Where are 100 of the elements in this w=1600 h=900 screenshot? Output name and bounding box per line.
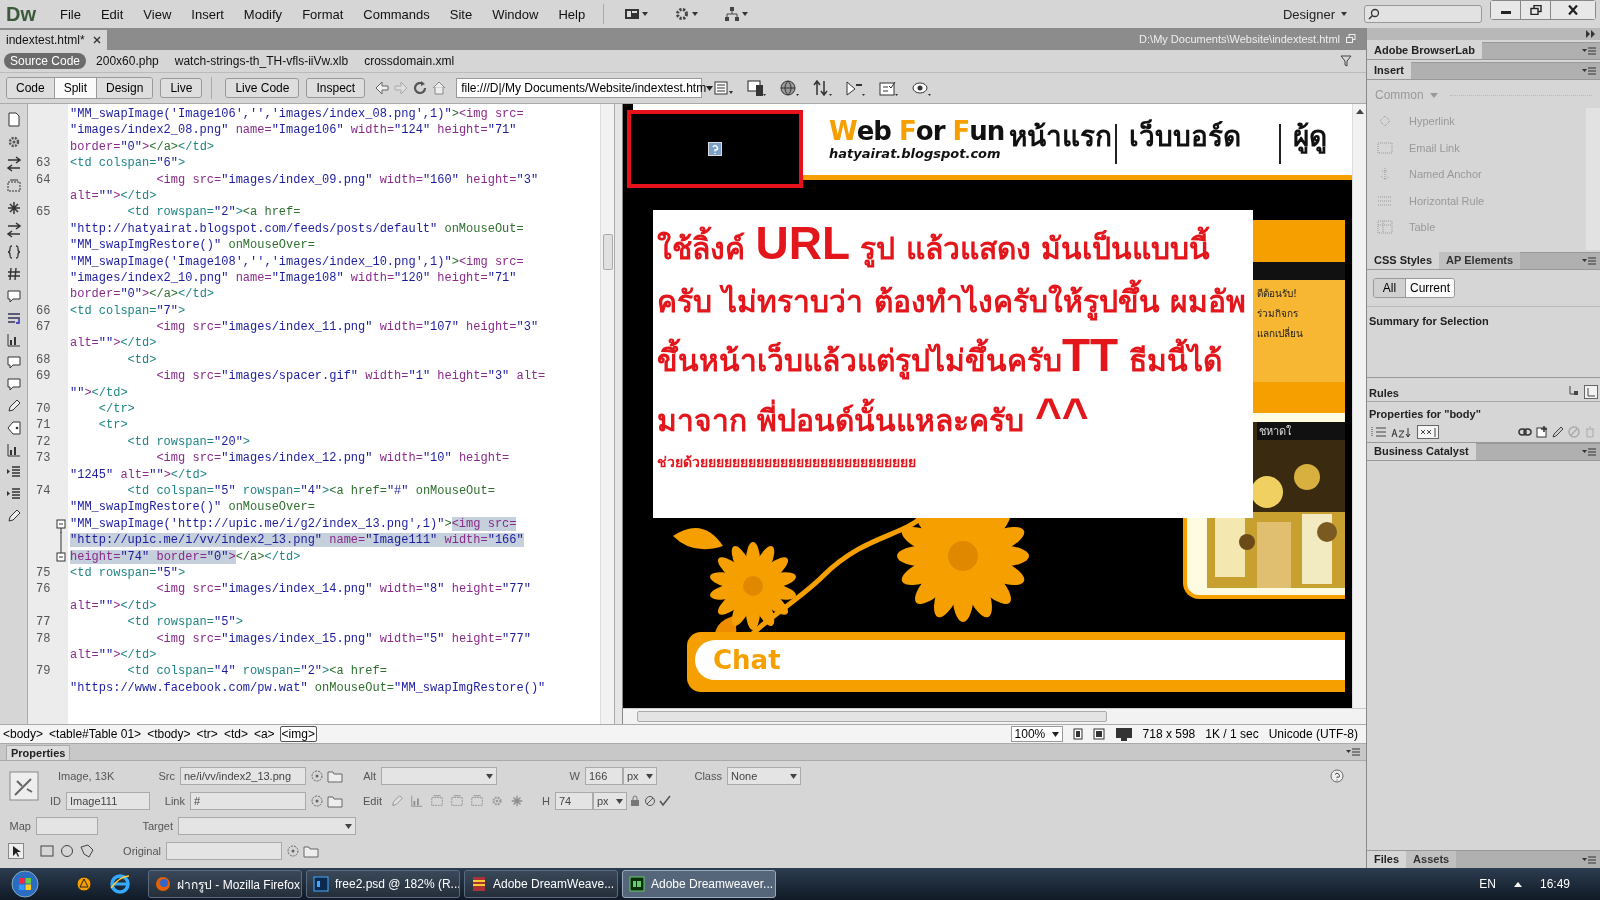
id-field[interactable]: Image111 — [66, 792, 150, 810]
width-unit-select[interactable]: px — [623, 767, 657, 785]
restore-button[interactable] — [1521, 1, 1551, 19]
speech-bubble-icon[interactable] — [5, 354, 22, 370]
home-icon[interactable] — [431, 80, 448, 96]
close-button[interactable] — [1551, 1, 1595, 19]
speech-bubble-icon[interactable] — [5, 288, 22, 304]
minimize-button[interactable] — [1491, 1, 1521, 19]
gear-menu-icon[interactable] — [674, 6, 701, 22]
taskbar-button[interactable]: free2.psd @ 182% (R... — [306, 870, 460, 898]
check-icon[interactable] — [659, 795, 671, 807]
related-file-tab[interactable]: Source Code — [4, 53, 87, 69]
warning-circle-icon[interactable] — [76, 876, 92, 892]
indent-icon[interactable] — [5, 464, 22, 480]
tag-selector-item[interactable]: <a> — [252, 727, 276, 741]
tray-arrow-icon[interactable] — [1513, 881, 1522, 887]
taskbar-button[interactable]: Adobe DreamWeave... — [464, 870, 618, 898]
filter-icon[interactable] — [1340, 55, 1352, 67]
asterisk-icon[interactable] — [5, 200, 22, 216]
folder-icon[interactable] — [327, 794, 343, 808]
devices-icon[interactable] — [746, 79, 767, 97]
point-to-file-icon[interactable] — [286, 844, 300, 858]
pencil-icon[interactable] — [5, 508, 22, 524]
panel-menu-icon[interactable] — [1582, 67, 1596, 75]
toolbar-button[interactable]: Live Code — [225, 78, 300, 98]
tag-selector-item[interactable]: <td> — [222, 727, 249, 741]
toolbar-button[interactable]: Inspect — [306, 78, 366, 98]
workspace-switcher[interactable]: Designer — [1274, 4, 1356, 24]
tag-selector-item[interactable]: <table#Table 01> — [48, 727, 143, 741]
tag-selector-item[interactable]: <tbody> — [146, 727, 192, 741]
view-toggle-icon[interactable] — [1568, 385, 1580, 397]
mode-button[interactable]: All — [1374, 279, 1405, 297]
page-icon[interactable] — [5, 112, 22, 128]
page-list-icon[interactable] — [713, 80, 734, 96]
panel-tab[interactable]: Insert — [1367, 62, 1411, 79]
pencil-icon[interactable] — [5, 398, 22, 414]
nav-link[interactable]: เว็บบอร์ด — [1129, 114, 1241, 158]
language-indicator[interactable]: EN — [1479, 877, 1496, 891]
tag-icon[interactable] — [5, 420, 22, 436]
folder-icon[interactable] — [303, 844, 319, 858]
panel-tab[interactable]: Adobe BrowserLab — [1367, 42, 1482, 59]
back-arrow-icon[interactable] — [374, 80, 391, 96]
dotted-box-icon[interactable] — [430, 794, 444, 808]
panel-menu-icon[interactable] — [1582, 257, 1596, 265]
restore-icon[interactable] — [1346, 34, 1356, 44]
braces-icon[interactable] — [5, 244, 22, 260]
related-file-tab[interactable]: watch-strings-th_TH-vfls-iiVw.xlb — [168, 53, 355, 69]
live-view-button[interactable]: Live — [160, 78, 203, 98]
original-field[interactable] — [166, 842, 282, 860]
polygon-hotspot-icon[interactable] — [80, 844, 94, 858]
menu-item[interactable]: Window — [482, 3, 549, 25]
width-field[interactable]: 166 — [585, 767, 623, 785]
nav-link[interactable]: หน้าแรก — [1009, 114, 1112, 158]
taskbar-button[interactable]: Adobe Dreamweaver... — [622, 870, 776, 898]
up-down-arrows-icon[interactable] — [812, 79, 833, 97]
layout-menu-icon[interactable] — [624, 6, 651, 22]
related-file-tab[interactable]: crossdomain.xml — [358, 53, 461, 69]
height-field[interactable]: 74 — [555, 792, 593, 810]
dotted-box-icon[interactable] — [5, 178, 22, 194]
pointer-tool-icon[interactable] — [8, 843, 24, 859]
point-to-file-icon[interactable] — [310, 769, 324, 783]
collapse-icon[interactable] — [1586, 30, 1596, 38]
circle-hotspot-icon[interactable] — [60, 844, 74, 858]
class-select[interactable]: None — [727, 767, 801, 785]
site-map-icon[interactable] — [724, 6, 751, 22]
folder-icon[interactable] — [327, 769, 343, 783]
related-file-tab[interactable]: 200x60.php — [90, 53, 165, 69]
reset-size-icon[interactable] — [644, 795, 656, 807]
globe-icon[interactable] — [779, 79, 800, 97]
checklist-icon[interactable] — [878, 79, 899, 97]
search-field[interactable] — [1364, 5, 1482, 23]
mode-button[interactable]: Current — [1405, 279, 1454, 297]
taskbar-button[interactable]: ฝากรูป - Mozilla Firefox — [148, 870, 302, 898]
hash-icon[interactable] — [5, 266, 22, 282]
indent-icon[interactable] — [5, 486, 22, 502]
menu-item[interactable]: Modify — [233, 3, 293, 25]
height-unit-select[interactable]: px — [593, 792, 627, 810]
nav-link[interactable]: ผู้ดู — [1293, 114, 1327, 158]
speech-bubble-icon[interactable] — [5, 376, 22, 392]
menu-item[interactable]: Edit — [90, 3, 134, 25]
menu-item[interactable]: Site — [439, 3, 483, 25]
browser-e-icon[interactable] — [110, 874, 130, 894]
panel-menu-icon[interactable] — [1346, 748, 1360, 756]
chart-icon[interactable] — [5, 332, 22, 348]
start-button-icon[interactable] — [10, 869, 40, 899]
arrows-icon[interactable] — [5, 222, 22, 238]
panel-menu-icon[interactable] — [1582, 448, 1596, 456]
link-field[interactable]: # — [190, 792, 306, 810]
menu-item[interactable]: Commands — [353, 3, 440, 25]
window-size-select[interactable]: 718 x 598 — [1142, 727, 1196, 741]
document-tab[interactable]: indextest.html* — [0, 30, 107, 50]
panel-tab[interactable]: Files — [1367, 851, 1407, 868]
panel-tab[interactable]: AP Elements — [1439, 252, 1521, 269]
close-icon[interactable] — [92, 36, 101, 44]
arrows-icon[interactable] — [5, 156, 22, 172]
panel-menu-icon[interactable] — [1582, 47, 1596, 55]
view-button[interactable]: Code — [7, 78, 55, 98]
menu-item[interactable]: File — [50, 3, 91, 25]
attach-stylesheet-icon[interactable] — [1518, 426, 1532, 438]
zoom-select[interactable]: 100% — [1010, 726, 1063, 742]
